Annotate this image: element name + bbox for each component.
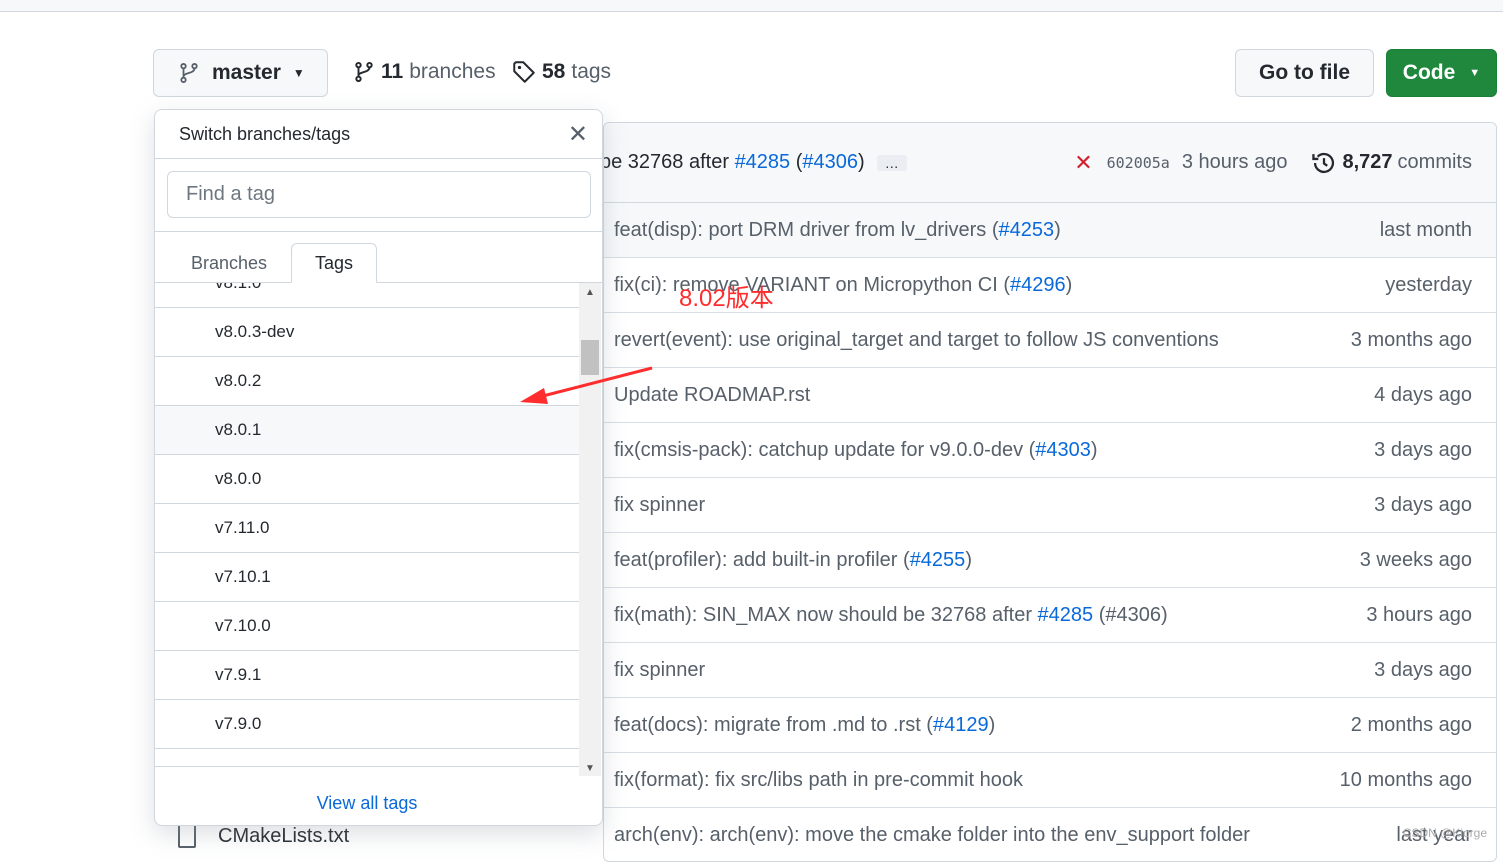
- caret-down-icon: ▼: [1469, 67, 1481, 79]
- pr-link[interactable]: #4255: [910, 549, 966, 571]
- commit-time: 10 months ago: [1339, 768, 1472, 791]
- file-icon: [178, 824, 196, 848]
- branch-name: master: [212, 61, 281, 84]
- pr-link[interactable]: #4129: [933, 714, 989, 736]
- branches-link[interactable]: 11 branches: [353, 60, 496, 84]
- dropdown-title: Switch branches/tags: [179, 123, 351, 144]
- commits-link[interactable]: 8,727 commits: [1311, 150, 1472, 176]
- tab-tags[interactable]: Tags: [291, 243, 377, 283]
- commit-row: fix(cmsis-pack): catchup update for v9.0…: [604, 423, 1496, 478]
- code-button[interactable]: Code ▼: [1386, 49, 1497, 97]
- commit-message[interactable]: revert(event): use original_target and t…: [614, 329, 1219, 352]
- tag-item[interactable]: v8.0.0: [155, 455, 579, 504]
- commit-message[interactable]: fix(math): SIN_MAX now should be 32768 a…: [614, 604, 1168, 627]
- commit-message[interactable]: feat(disp): port DRM driver from lv_driv…: [614, 219, 1061, 242]
- commit-time: 3 days ago: [1374, 438, 1472, 461]
- commit-message[interactable]: be 32768 after #4285 (#4306): [604, 151, 865, 174]
- commit-time: 2 months ago: [1350, 713, 1472, 736]
- commit-message[interactable]: arch(env): arch(env): move the cmake fol…: [614, 824, 1250, 847]
- tags-link[interactable]: 58 tags: [512, 60, 611, 84]
- commit-time: 4 days ago: [1374, 383, 1472, 406]
- commit-time: 3 days ago: [1374, 493, 1472, 516]
- branch-icon: [180, 63, 198, 83]
- commit-time: 3 hours ago: [1366, 603, 1472, 626]
- commit-row: revert(event): use original_target and t…: [604, 313, 1496, 368]
- pr-link[interactable]: #4285: [1038, 604, 1094, 626]
- commits-label: commits: [1397, 151, 1472, 173]
- tag-item[interactable]: v7.9.1: [155, 651, 579, 700]
- commit-message[interactable]: fix(format): fix src/libs path in pre-co…: [614, 769, 1023, 792]
- commit-message[interactable]: fix spinner: [614, 494, 705, 517]
- pr-link[interactable]: #4285: [735, 151, 791, 173]
- close-icon[interactable]: ✕: [568, 120, 588, 149]
- commit-message[interactable]: fix(cmsis-pack): catchup update for v9.0…: [614, 439, 1098, 462]
- dropdown-tabs: Branches Tags: [155, 231, 602, 283]
- scroll-up-arrow[interactable]: ▲: [579, 287, 601, 298]
- commit-row: fix spinner 3 days ago: [604, 643, 1496, 698]
- tag-item[interactable]: v7.10.1: [155, 553, 579, 602]
- top-bar: [0, 0, 1503, 12]
- commit-row: feat(disp): port DRM driver from lv_driv…: [604, 203, 1496, 258]
- commit-message[interactable]: feat(profiler): add built-in profiler (#…: [614, 549, 972, 572]
- tag-item[interactable]: v8.0.1: [155, 406, 579, 455]
- tag-icon: [513, 61, 535, 83]
- commit-time: yesterday: [1385, 273, 1472, 296]
- commit-time: 3 months ago: [1350, 328, 1472, 351]
- commit-time: 3 days ago: [1374, 658, 1472, 681]
- pr-link[interactable]: #4306: [802, 151, 858, 173]
- commit-time: 3 hours ago: [1181, 151, 1288, 173]
- tags-label: tags: [571, 60, 612, 83]
- commit-message[interactable]: feat(docs): migrate from .md to .rst (#4…: [614, 714, 995, 737]
- commit-time: 3 weeks ago: [1359, 548, 1472, 571]
- code-label: Code: [1402, 61, 1456, 84]
- file-list-panel: be 32768 after #4285 (#4306) … ✕ 602005a…: [603, 122, 1497, 862]
- commit-row: feat(profiler): add built-in profiler (#…: [604, 533, 1496, 588]
- commit-time: last month: [1379, 218, 1472, 241]
- commit-row: fix(math): SIN_MAX now should be 32768 a…: [604, 588, 1496, 643]
- tag-item[interactable]: v8.1.0: [155, 283, 579, 308]
- tag-item[interactable]: v7.10.0: [155, 602, 579, 651]
- pr-link[interactable]: #4296: [1010, 274, 1066, 296]
- branch-icon: [355, 61, 373, 83]
- annotation-label: 8.02版本: [679, 285, 774, 312]
- commit-row: fix(format): fix src/libs path in pre-co…: [604, 753, 1496, 808]
- commit-row: arch(env): arch(env): move the cmake fol…: [604, 808, 1496, 861]
- commits-count: 8,727: [1342, 151, 1393, 173]
- find-tag-input[interactable]: Find a tag: [167, 171, 591, 218]
- go-to-file-button[interactable]: Go to file: [1235, 49, 1374, 97]
- branches-label: branches: [409, 60, 496, 83]
- tab-branches[interactable]: Branches: [169, 243, 289, 283]
- branch-select-button[interactable]: master ▼: [153, 49, 328, 97]
- commit-row: fix spinner 3 days ago: [604, 478, 1496, 533]
- tags-count: 58: [542, 60, 566, 83]
- view-all-tags-link[interactable]: View all tags: [317, 793, 418, 814]
- annotation-arrow-icon: [520, 366, 653, 404]
- scroll-down-arrow[interactable]: ▼: [579, 763, 601, 774]
- branches-count: 11: [381, 60, 404, 83]
- pr-link[interactable]: #4303: [1035, 439, 1091, 461]
- tag-list: v8.1.0v8.0.3-devv8.0.2v8.0.1v8.0.0v7.11.…: [155, 283, 579, 766]
- file-row[interactable]: CMakeLists.txt: [178, 824, 349, 848]
- tag-item[interactable]: v8.0.3-dev: [155, 308, 579, 357]
- tag-item[interactable]: v7.9.0: [155, 700, 579, 749]
- status-fail-icon[interactable]: ✕: [1074, 150, 1092, 176]
- branch-tag-dropdown: Switch branches/tags ✕ Find a tag Branche…: [154, 109, 603, 826]
- commit-row: Update ROADMAP.rst 4 days ago: [604, 368, 1496, 423]
- commit-sha[interactable]: 602005a: [1107, 154, 1170, 172]
- pr-link[interactable]: #4253: [999, 219, 1055, 241]
- scrollbar[interactable]: ▲ ▼: [579, 283, 601, 776]
- watermark: CSDN @Kiorge: [1402, 826, 1487, 840]
- expand-commit-button[interactable]: …: [876, 154, 907, 171]
- tag-item[interactable]: v7.11.0: [155, 504, 579, 553]
- latest-commit-bar: be 32768 after #4285 (#4306) … ✕ 602005a…: [604, 123, 1496, 203]
- commit-row: feat(docs): migrate from .md to .rst (#4…: [604, 698, 1496, 753]
- commit-message[interactable]: fix spinner: [614, 659, 705, 682]
- history-icon: [1312, 152, 1335, 173]
- caret-down-icon: ▼: [292, 66, 305, 80]
- file-name[interactable]: CMakeLists.txt: [218, 825, 349, 848]
